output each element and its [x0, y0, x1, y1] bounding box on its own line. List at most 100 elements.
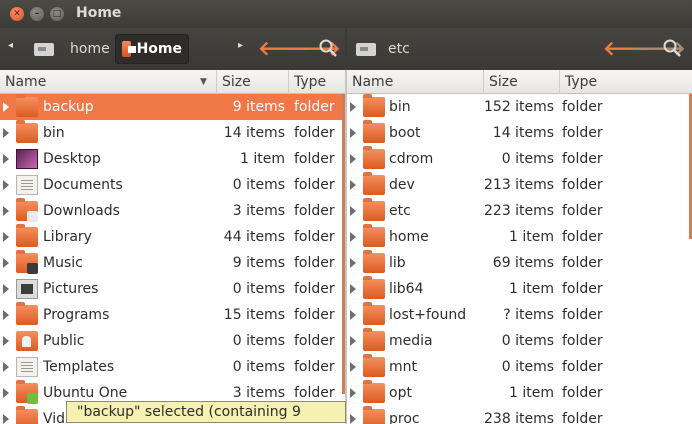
expand-arrow-icon[interactable]	[3, 388, 9, 398]
expand-arrow-icon[interactable]	[3, 336, 9, 346]
expand-arrow-icon[interactable]	[3, 154, 9, 164]
search-icon[interactable]	[318, 38, 338, 58]
title-bar[interactable]: ✕ – □ Home	[0, 0, 692, 28]
file-row[interactable]: Pictures 0 items folder	[0, 276, 345, 302]
folder-icon	[363, 276, 385, 299]
file-row[interactable]: opt 1 item folder	[347, 380, 692, 406]
scroll-right-icon[interactable]: ▸	[238, 40, 243, 51]
expand-arrow-icon[interactable]	[3, 180, 9, 190]
size-column-header[interactable]: Size	[484, 70, 560, 94]
expand-arrow-icon[interactable]	[350, 102, 356, 112]
search-icon[interactable]	[662, 38, 682, 58]
folder-icon	[363, 94, 385, 117]
breadcrumb-etc-button[interactable]: etc	[350, 34, 416, 64]
file-type: folder	[562, 125, 603, 141]
expand-arrow-icon[interactable]	[3, 206, 9, 216]
breadcrumb-home-button[interactable]: home	[28, 34, 116, 64]
file-row[interactable]: backup 9 items folder	[0, 94, 345, 120]
file-row[interactable]: bin 152 items folder	[347, 94, 692, 120]
size-column-header[interactable]: Size	[217, 70, 289, 94]
minimize-window-button[interactable]: –	[30, 7, 44, 21]
name-column-header[interactable]: Name	[347, 70, 484, 94]
type-column-header[interactable]: Type	[560, 70, 692, 94]
file-type: folder	[562, 411, 603, 424]
download-arrow-icon	[27, 211, 38, 222]
file-row[interactable]: bin 14 items folder	[0, 120, 345, 146]
file-row[interactable]: Programs 15 items folder	[0, 302, 345, 328]
file-row[interactable]: lost+found ? items folder	[347, 302, 692, 328]
file-size: ? items	[503, 307, 554, 323]
folder-icon	[363, 224, 385, 247]
right-file-list[interactable]: Name Size Type bin 152 items folder boot 14 …	[347, 70, 692, 424]
sync-check-icon	[27, 393, 38, 404]
expand-arrow-icon[interactable]	[350, 206, 356, 216]
drive-icon	[356, 42, 376, 56]
file-name: Library	[43, 229, 92, 245]
type-column-header[interactable]: Type	[289, 70, 345, 94]
file-row[interactable]: Library 44 items folder	[0, 224, 345, 250]
expand-arrow-icon[interactable]	[3, 232, 9, 242]
expand-arrow-icon[interactable]	[350, 336, 356, 346]
file-row[interactable]: Music 9 items folder	[0, 250, 345, 276]
file-row[interactable]: Downloads 3 items folder	[0, 198, 345, 224]
expand-arrow-icon[interactable]	[3, 414, 9, 424]
file-row[interactable]: boot 14 items folder	[347, 120, 692, 146]
file-size: 0 items	[232, 177, 285, 193]
file-row[interactable]: lib64 1 item folder	[347, 276, 692, 302]
file-name: Public	[43, 333, 85, 349]
expand-arrow-icon[interactable]	[350, 388, 356, 398]
expand-arrow-icon[interactable]	[350, 128, 356, 138]
left-file-list[interactable]: Name ▼ Size Type backup 9 items folder bin 1…	[0, 70, 345, 424]
name-column-header[interactable]: Name	[0, 70, 217, 94]
scroll-left-icon[interactable]: ◂	[8, 40, 13, 51]
expand-arrow-icon[interactable]	[350, 310, 356, 320]
expand-arrow-icon[interactable]	[350, 232, 356, 242]
expand-arrow-icon[interactable]	[3, 310, 9, 320]
expand-arrow-icon[interactable]	[350, 154, 356, 164]
expand-arrow-icon[interactable]	[3, 102, 9, 112]
expand-arrow-icon[interactable]	[3, 362, 9, 372]
file-row[interactable]: mnt 0 items folder	[347, 354, 692, 380]
file-row[interactable]: etc 223 items folder	[347, 198, 692, 224]
breadcrumb-label: etc	[388, 41, 410, 57]
file-name: Pictures	[43, 281, 99, 297]
file-name: opt	[389, 385, 412, 401]
file-row[interactable]: lib 69 items folder	[347, 250, 692, 276]
expand-arrow-icon[interactable]	[350, 180, 356, 190]
expand-arrow-icon[interactable]	[350, 414, 356, 424]
file-size: 69 items	[492, 255, 554, 271]
expand-arrow-icon[interactable]	[350, 284, 356, 294]
file-row[interactable]: home 1 item folder	[347, 224, 692, 250]
file-type: folder	[294, 359, 335, 375]
file-size: 238 items	[484, 411, 555, 424]
expand-arrow-icon[interactable]	[3, 284, 9, 294]
folder-icon	[363, 302, 385, 325]
folder-icon	[363, 172, 385, 195]
column-label: Name	[5, 74, 47, 90]
breadcrumb-active-home-button[interactable]: Home	[115, 34, 189, 64]
expand-arrow-icon[interactable]	[3, 258, 9, 268]
column-label: Size	[489, 74, 518, 90]
file-type: folder	[294, 255, 335, 271]
file-row[interactable]: Public 0 items folder	[0, 328, 345, 354]
file-row[interactable]: Desktop 1 item folder	[0, 146, 345, 172]
file-row[interactable]: proc 238 items folder	[347, 406, 692, 424]
maximize-window-button[interactable]: □	[50, 7, 64, 21]
file-type: folder	[294, 151, 335, 167]
close-window-button[interactable]: ✕	[10, 7, 24, 21]
file-row[interactable]: Templates 0 items folder	[0, 354, 345, 380]
expand-arrow-icon[interactable]	[350, 362, 356, 372]
file-size: 1 item	[509, 385, 554, 401]
file-row[interactable]: Documents 0 items folder	[0, 172, 345, 198]
drive-icon	[34, 42, 54, 56]
file-row[interactable]: media 0 items folder	[347, 328, 692, 354]
expand-arrow-icon[interactable]	[350, 258, 356, 268]
file-type: folder	[562, 255, 603, 271]
file-type: folder	[294, 229, 335, 245]
file-row[interactable]: dev 213 items folder	[347, 172, 692, 198]
file-name: bin	[43, 125, 65, 141]
file-row[interactable]: cdrom 0 items folder	[347, 146, 692, 172]
expand-arrow-icon[interactable]	[3, 128, 9, 138]
file-size: 213 items	[484, 177, 555, 193]
file-name: Documents	[43, 177, 123, 193]
